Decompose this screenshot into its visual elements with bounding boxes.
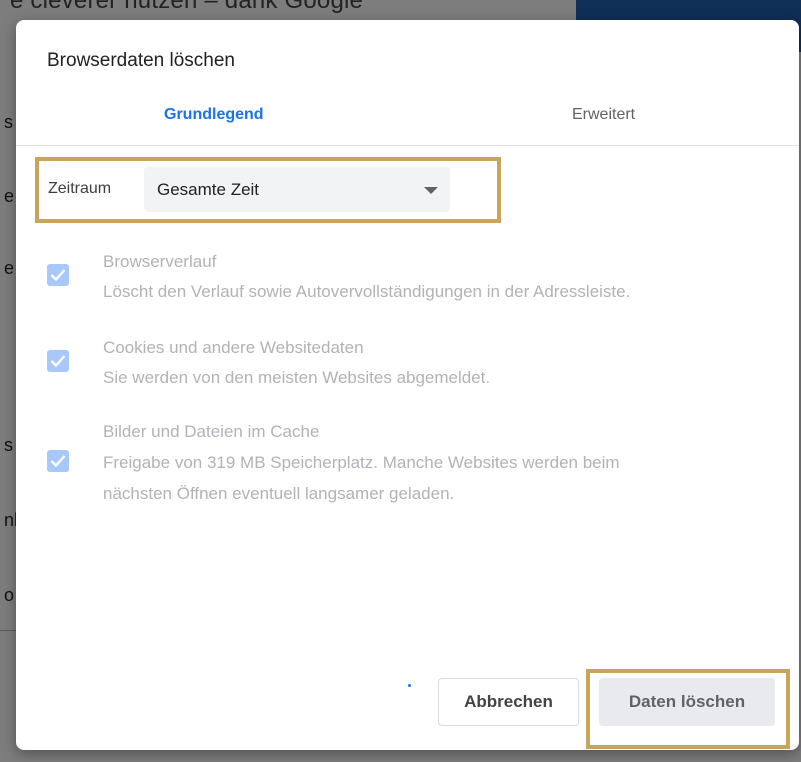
option-description: Sie werden von den meisten Websites abge… xyxy=(103,368,491,387)
checkbox-browsing-history[interactable] xyxy=(47,264,69,286)
dialog-title: Browserdaten löschen xyxy=(47,50,235,71)
option-description: Löscht den Verlauf sowie Autovervollstän… xyxy=(103,282,631,301)
option-title: Browserverlauf xyxy=(103,252,217,271)
background-headline: e cleverer nutzen – dank Google xyxy=(10,0,364,14)
option-description: nächsten Öffnen eventuell langsamer gela… xyxy=(103,484,455,503)
option-description: Freigabe von 319 MB Speicherplatz. Manch… xyxy=(103,453,620,472)
dropdown-arrow-icon xyxy=(424,187,438,194)
checkbox-cookies[interactable] xyxy=(47,350,69,372)
tab-divider xyxy=(16,145,799,146)
background-fragment: e xyxy=(4,258,15,278)
tab-basic[interactable]: Grundlegend xyxy=(164,106,264,124)
tab-advanced[interactable]: Erweitert xyxy=(572,106,635,124)
checkmark-icon xyxy=(50,455,66,468)
option-title: Cookies und andere Websitedaten xyxy=(103,338,364,357)
background-fragment: o xyxy=(4,585,15,605)
background-fragment: e xyxy=(4,186,15,206)
checkmark-icon xyxy=(50,269,66,282)
time-range-label: Zeitraum xyxy=(48,180,112,197)
option-title: Bilder und Dateien im Cache xyxy=(103,422,320,441)
clear-browsing-data-dialog: Browserdaten löschen Grundlegend Erweite… xyxy=(16,20,799,750)
checkbox-cache[interactable] xyxy=(47,450,69,472)
time-range-value: Gesamte Zeit xyxy=(157,180,260,199)
background-fragment: s xyxy=(4,435,13,455)
checkmark-icon xyxy=(50,355,66,368)
background-fragment: s xyxy=(4,112,13,132)
time-range-select[interactable]: Gesamte Zeit xyxy=(144,167,450,212)
clear-data-button[interactable]: Daten löschen xyxy=(599,678,775,726)
cancel-button[interactable]: Abbrechen xyxy=(438,678,579,726)
loading-dot xyxy=(408,684,411,687)
